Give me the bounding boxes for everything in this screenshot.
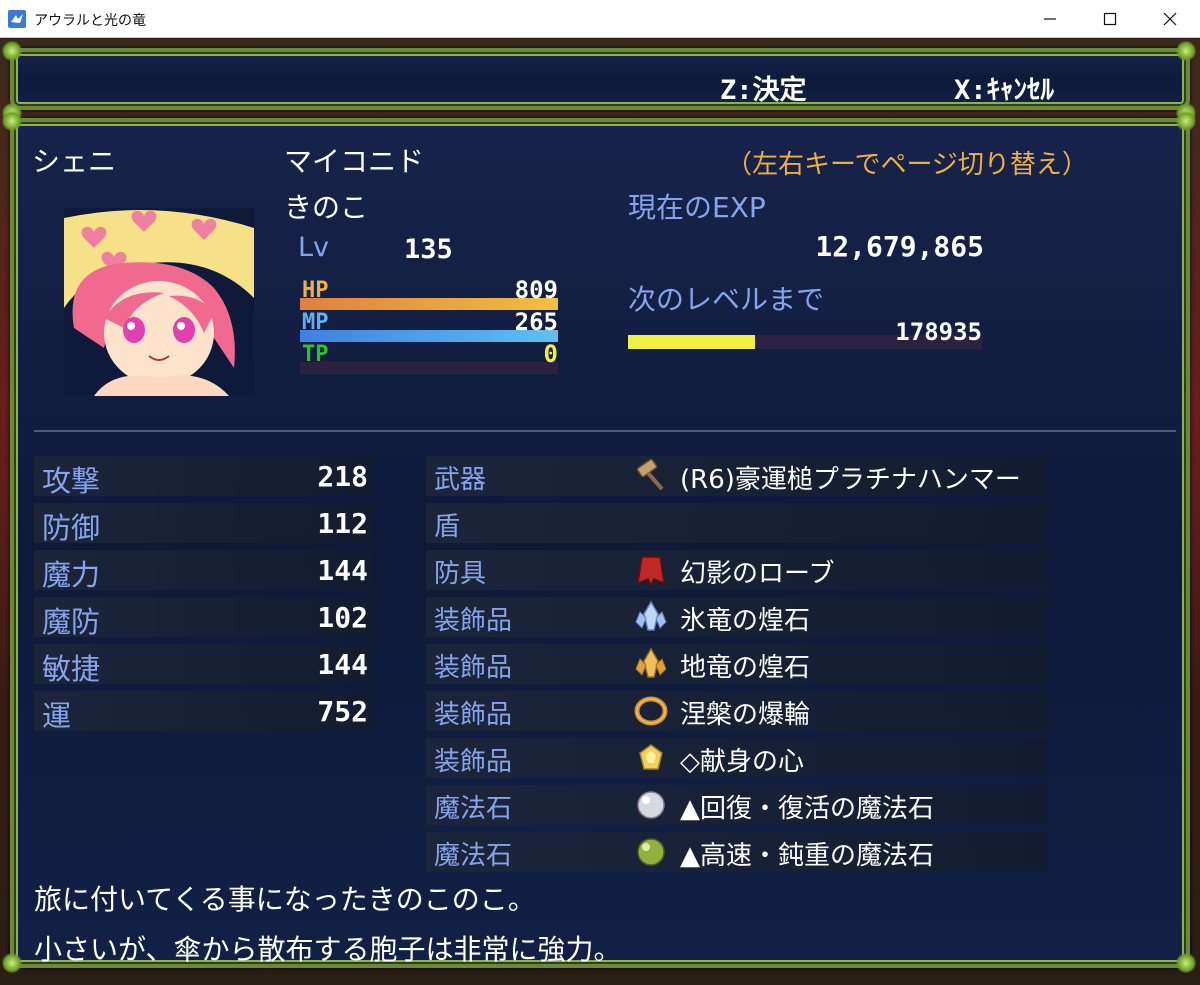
mushroom-girl-portrait [64,208,254,396]
param-row: 運 752 [34,691,374,733]
param-row: 魔力 144 [34,550,374,592]
description-line: 小さいが、傘から散布する胞子は非常に強力。 [34,933,622,966]
page-switch-hint: （左右キーでページ切り替え） [726,150,1088,180]
equip-item-name: 地竜の煌石 [680,653,811,683]
equip-slot-accessory[interactable]: 装飾品 地竜の煌石 [426,644,1048,684]
param-value: 144 [317,648,368,681]
level-label: Lv [298,232,330,263]
vine-ornament [1176,111,1196,131]
param-value: 218 [317,460,368,493]
equip-slot-label: 装飾品 [434,747,513,777]
param-row: 防御 112 [34,503,374,545]
confirm-key-hint: Z:決定 [720,75,807,106]
actor-name: シェニ [32,145,117,178]
exp-gauge-fill [628,335,756,349]
close-button[interactable] [1140,0,1200,38]
equip-item-name: ▲回復・復活の魔法石 [680,794,934,824]
window-titlebar: アウラルと光の竜 [0,0,1200,38]
equip-slot-label: 盾 [434,512,461,542]
equip-slot-label: 防具 [434,559,487,589]
mp-label: MP [302,310,329,335]
tp-label: TP [302,342,329,367]
param-row: 魔防 102 [34,597,374,639]
tp-value: 0 [543,340,558,368]
minimize-icon [1044,18,1056,20]
equip-item-name: (R6)豪運槌プラチナハンマー [680,465,1021,495]
equip-slot-accessory[interactable]: 装飾品 涅槃の爆輪 [426,691,1048,731]
description-line: 旅に付いてくる事になったきのこのこ。 [34,883,536,916]
equip-item-name: ▲高速・鈍重の魔法石 [680,841,934,871]
param-value: 112 [317,507,368,540]
vine-ornament [1176,953,1196,973]
cancel-key-hint: X:ｷｬﾝｾﾙ [954,75,1055,106]
vine-ornament [1176,41,1196,61]
param-label: 魔防 [42,605,101,639]
robe-icon [637,556,665,587]
param-label: 防御 [42,511,101,545]
equip-item-name: ◇献身の心 [680,747,804,777]
equip-slot-label: 装飾品 [434,606,513,636]
current-exp-label: 現在のEXP [628,191,766,224]
hammer-icon [636,459,664,491]
hp-value: 809 [514,276,558,304]
minimize-button[interactable] [1020,0,1080,38]
equip-item-name: 氷竜の煌石 [680,606,811,636]
level-value: 135 [404,234,453,265]
param-label: 攻撃 [42,464,101,498]
param-row: 敏捷 144 [34,644,374,686]
equip-slot-label: 装飾品 [434,653,513,683]
actor-nickname: きのこ [284,191,369,224]
close-icon [1163,12,1177,26]
section-divider [34,430,1176,432]
param-row: 攻撃 218 [34,456,374,498]
window-title: アウラルと光の竜 [34,13,146,29]
equip-slot-weapon[interactable]: 武器 (R6)豪運槌プラチナハンマー [426,456,1048,496]
white-orb-icon [637,791,665,819]
equip-slot-accessory[interactable]: 装飾品 氷竜の煌石 [426,597,1048,637]
vine-ornament [2,41,22,61]
green-orb-icon [637,838,665,866]
equip-item-name: 涅槃の爆輪 [680,700,811,730]
equip-slot-magic-stone[interactable]: 魔法石 ▲高速・鈍重の魔法石 [426,832,1048,872]
app-icon [8,10,26,28]
current-exp-value: 12,679,865 [815,230,984,263]
param-label: 敏捷 [42,652,101,686]
status-window: シェニ マイコニド （左右キーでページ切り替え） きのこ Lv 135 HP 8… [10,118,1190,968]
equip-slot-label: 装飾品 [434,700,513,730]
actor-class: マイコニド [284,145,425,178]
param-value: 752 [317,695,368,728]
vine-ornament [2,111,22,131]
equip-slot-armor[interactable]: 防具 幻影のローブ [426,550,1048,590]
equip-slot-accessory[interactable]: 装飾品 ◇献身の心 [426,738,1048,778]
ring-icon [634,696,668,726]
equip-slot-shield[interactable]: 盾 [426,503,1048,543]
gem-icon [639,744,663,770]
vine-ornament [2,953,22,973]
equip-slot-label: 魔法石 [434,841,513,871]
actor-face-portrait [64,208,254,396]
maximize-button[interactable] [1080,0,1140,38]
equip-item-name: 幻影のローブ [680,559,835,589]
equip-slot-magic-stone[interactable]: 魔法石 ▲回復・復活の魔法石 [426,785,1048,825]
equip-slot-label: 魔法石 [434,794,513,824]
earth-crystal-icon [635,647,667,678]
mp-value: 265 [514,308,558,336]
ice-crystal-icon [635,600,667,631]
param-value: 102 [317,601,368,634]
help-window: Z:決定 X:ｷｬﾝｾﾙ [10,48,1190,110]
next-level-value: 178935 [895,318,982,346]
param-label: 運 [42,699,72,733]
equip-slot-label: 武器 [434,465,487,495]
maximize-icon [1103,12,1117,26]
game-screen: Z:決定 X:ｷｬﾝｾﾙ シェニ マイコニド （左右キーでページ切り替え） きの… [0,39,1200,985]
next-level-label: 次のレベルまで [628,283,825,316]
hp-label: HP [302,278,329,303]
param-value: 144 [317,554,368,587]
param-label: 魔力 [42,558,101,592]
